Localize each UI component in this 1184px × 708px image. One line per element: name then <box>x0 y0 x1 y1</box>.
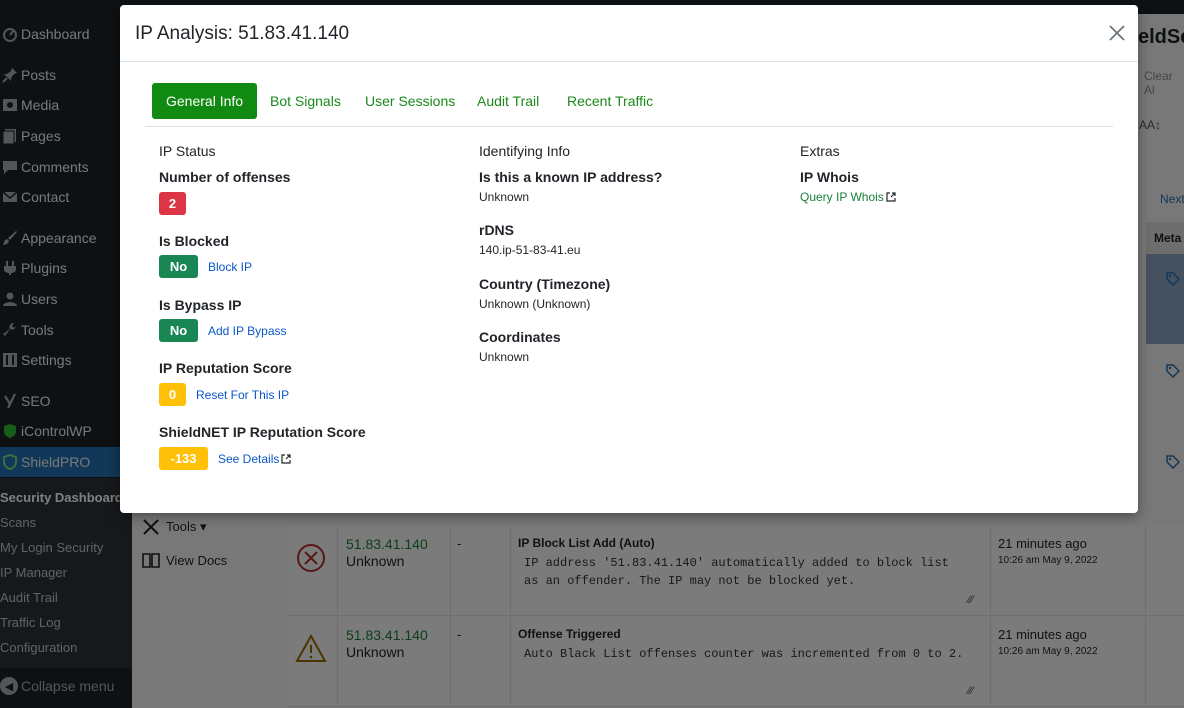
extras-heading: Extras <box>800 143 840 159</box>
ip-analysis-modal: IP Analysis: 51.83.41.140 General Info B… <box>120 5 1138 513</box>
query-ip-whois-link[interactable]: Query IP Whois <box>800 190 896 204</box>
country-label: Country (Timezone) <box>479 276 611 292</box>
reputation-badge: 0 <box>159 383 186 406</box>
blocked-label: Is Blocked <box>159 233 230 249</box>
query-ip-whois-label: Query IP Whois <box>800 190 884 204</box>
rdns-label: rDNS <box>479 222 515 238</box>
external-link-icon <box>886 192 896 202</box>
offenses-badge: 2 <box>159 192 186 215</box>
reset-reputation-link[interactable]: Reset For This IP <box>196 388 289 402</box>
close-icon <box>1109 25 1125 41</box>
see-details-link[interactable]: See Details <box>218 452 291 466</box>
external-link-icon <box>281 454 291 464</box>
tab-general-info[interactable]: General Info <box>152 83 258 119</box>
coordinates-value: Unknown <box>479 350 530 364</box>
known-ip-label: Is this a known IP address? <box>479 169 663 185</box>
shieldnet-badge: -133 <box>159 447 208 470</box>
modal-header: IP Analysis: 51.83.41.140 <box>120 5 1138 62</box>
shieldnet-label: ShieldNET IP Reputation Score <box>159 424 366 440</box>
tab-user-sessions[interactable]: User Sessions <box>365 83 455 119</box>
close-button[interactable] <box>1107 23 1127 43</box>
tab-bot-signals[interactable]: Bot Signals <box>270 83 341 119</box>
block-ip-link[interactable]: Block IP <box>208 260 252 274</box>
modal-title: IP Analysis: 51.83.41.140 <box>135 23 350 44</box>
known-ip-value: Unknown <box>479 190 530 204</box>
identifying-info-heading: Identifying Info <box>479 143 571 159</box>
reputation-label: IP Reputation Score <box>159 360 292 376</box>
coordinates-label: Coordinates <box>479 329 561 345</box>
tab-recent-traffic[interactable]: Recent Traffic <box>567 83 653 119</box>
offenses-label: Number of offenses <box>159 169 291 185</box>
see-details-label: See Details <box>218 452 280 466</box>
rdns-value: 140.ip-51-83-41.eu <box>479 243 581 257</box>
modal-tabs: General Info Bot Signals User Sessions A… <box>145 83 1113 127</box>
tab-audit-trail[interactable]: Audit Trail <box>477 83 539 119</box>
bypass-label: Is Bypass IP <box>159 297 242 313</box>
country-value: Unknown (Unknown) <box>479 297 591 311</box>
bypass-badge: No <box>159 319 198 342</box>
add-ip-bypass-link[interactable]: Add IP Bypass <box>208 324 287 338</box>
ip-whois-label: IP Whois <box>800 169 859 185</box>
blocked-badge: No <box>159 255 198 278</box>
ip-status-heading: IP Status <box>159 143 216 159</box>
